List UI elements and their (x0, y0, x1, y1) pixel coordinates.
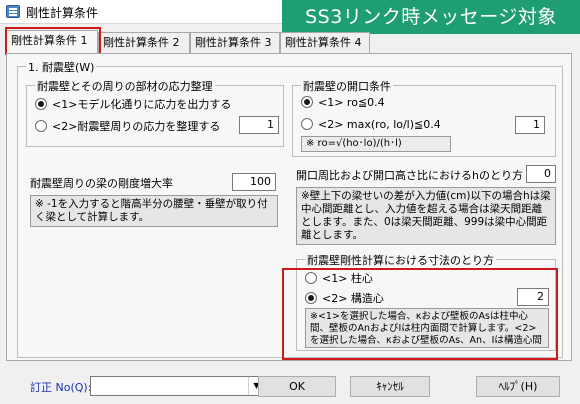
app-icon (6, 5, 20, 18)
dimension-group-title: 耐震壁剛性計算における寸法のとり方 (305, 252, 496, 268)
stress-option-1[interactable]: <1>モデル化通りに応力を出力する (35, 96, 231, 112)
tab-stiffness-2[interactable]: 剛性計算条件 2 (98, 32, 190, 54)
seismic-wall-section: 1. 耐震壁(W) 耐震壁とその周りの部材の応力整理 <1>モデル化通りに応力を… (17, 59, 563, 358)
window-title: 剛性計算条件 (26, 6, 99, 20)
ok-button[interactable]: OK (258, 376, 336, 397)
opening-option-1[interactable]: <1> ro≦0.4 (301, 96, 385, 109)
dimension-group: 耐震壁剛性計算における寸法のとり方 <1> 柱心 <2> 構造心 2 ※<1>を… (296, 252, 556, 351)
stress-option-2[interactable]: <2>耐震壁周りの応力を整理する (35, 118, 220, 134)
opening-height-input[interactable]: 0 (526, 165, 556, 183)
radio-unselected-icon[interactable] (301, 118, 313, 130)
dimension-option-1[interactable]: <1> 柱心 (305, 270, 373, 286)
stiffness-note: ※ -1を入力すると階高半分の腰壁・垂壁が取り付く梁として計算します。 (30, 195, 278, 227)
ss3-link-banner: SS3リンク時メッセージ対象 (282, 0, 580, 34)
dimension-value-input[interactable]: 2 (517, 288, 549, 306)
tab-panel: 1. 耐震壁(W) 耐震壁とその周りの部材の応力整理 <1>モデル化通りに応力を… (6, 53, 572, 361)
opening-group-title: 耐震壁の開口条件 (301, 78, 393, 94)
stress-group: 耐震壁とその周りの部材の応力整理 <1>モデル化通りに応力を出力する <2>耐震… (26, 78, 284, 147)
tab-stiffness-3[interactable]: 剛性計算条件 3 (190, 32, 280, 54)
dimension-option-2[interactable]: <2> 構造心 (305, 290, 384, 306)
opening-option-2[interactable]: <2> max(ro, lo/l)≦0.4 (301, 118, 441, 131)
stiffness-input[interactable]: 100 (232, 173, 276, 191)
stress-group-title: 耐震壁とその周りの部材の応力整理 (35, 78, 215, 94)
revision-combo[interactable]: ▼ (90, 376, 265, 396)
section-title: 1. 耐震壁(W) (26, 59, 97, 75)
opening-group: 耐震壁の開口条件 <1> ro≦0.4 <2> max(ro, lo/l)≦0.… (292, 78, 556, 157)
opening-height-note: ※壁上下の梁せいの差が入力値(cm)以下の場合hは梁中心間距離とし、入力値を超え… (296, 187, 556, 245)
stiffness-label: 耐震壁周りの梁の剛度増大率 (30, 177, 173, 190)
radio-unselected-icon[interactable] (305, 272, 317, 284)
radio-unselected-icon[interactable] (35, 120, 47, 132)
radio-selected-icon[interactable] (35, 98, 47, 110)
opening-height-label: 開口周比および開口高さ比におけるhのとり方 (296, 169, 523, 182)
dimension-note: ※<1>を選択した場合、κおよび壁板のAsは柱中心間、壁板のAnおよびIは柱内面… (305, 308, 549, 348)
opening-value-input[interactable]: 1 (515, 116, 545, 134)
revision-label: 訂正 No(Q): (30, 381, 92, 394)
dialog-footer: 訂正 No(Q): ▼ OK ｷｬﾝｾﾙ ﾍﾙﾌﾟ(H) (0, 366, 580, 404)
tab-stiffness-4[interactable]: 剛性計算条件 4 (280, 32, 370, 54)
radio-selected-icon[interactable] (301, 96, 313, 108)
opening-formula: ※ ro=√(ho･lo)/(h･l) (301, 136, 451, 152)
help-button[interactable]: ﾍﾙﾌﾟ(H) (476, 376, 560, 397)
radio-selected-icon[interactable] (305, 292, 317, 304)
cancel-button[interactable]: ｷｬﾝｾﾙ (350, 376, 430, 397)
stress-value-input[interactable]: 1 (239, 116, 279, 134)
